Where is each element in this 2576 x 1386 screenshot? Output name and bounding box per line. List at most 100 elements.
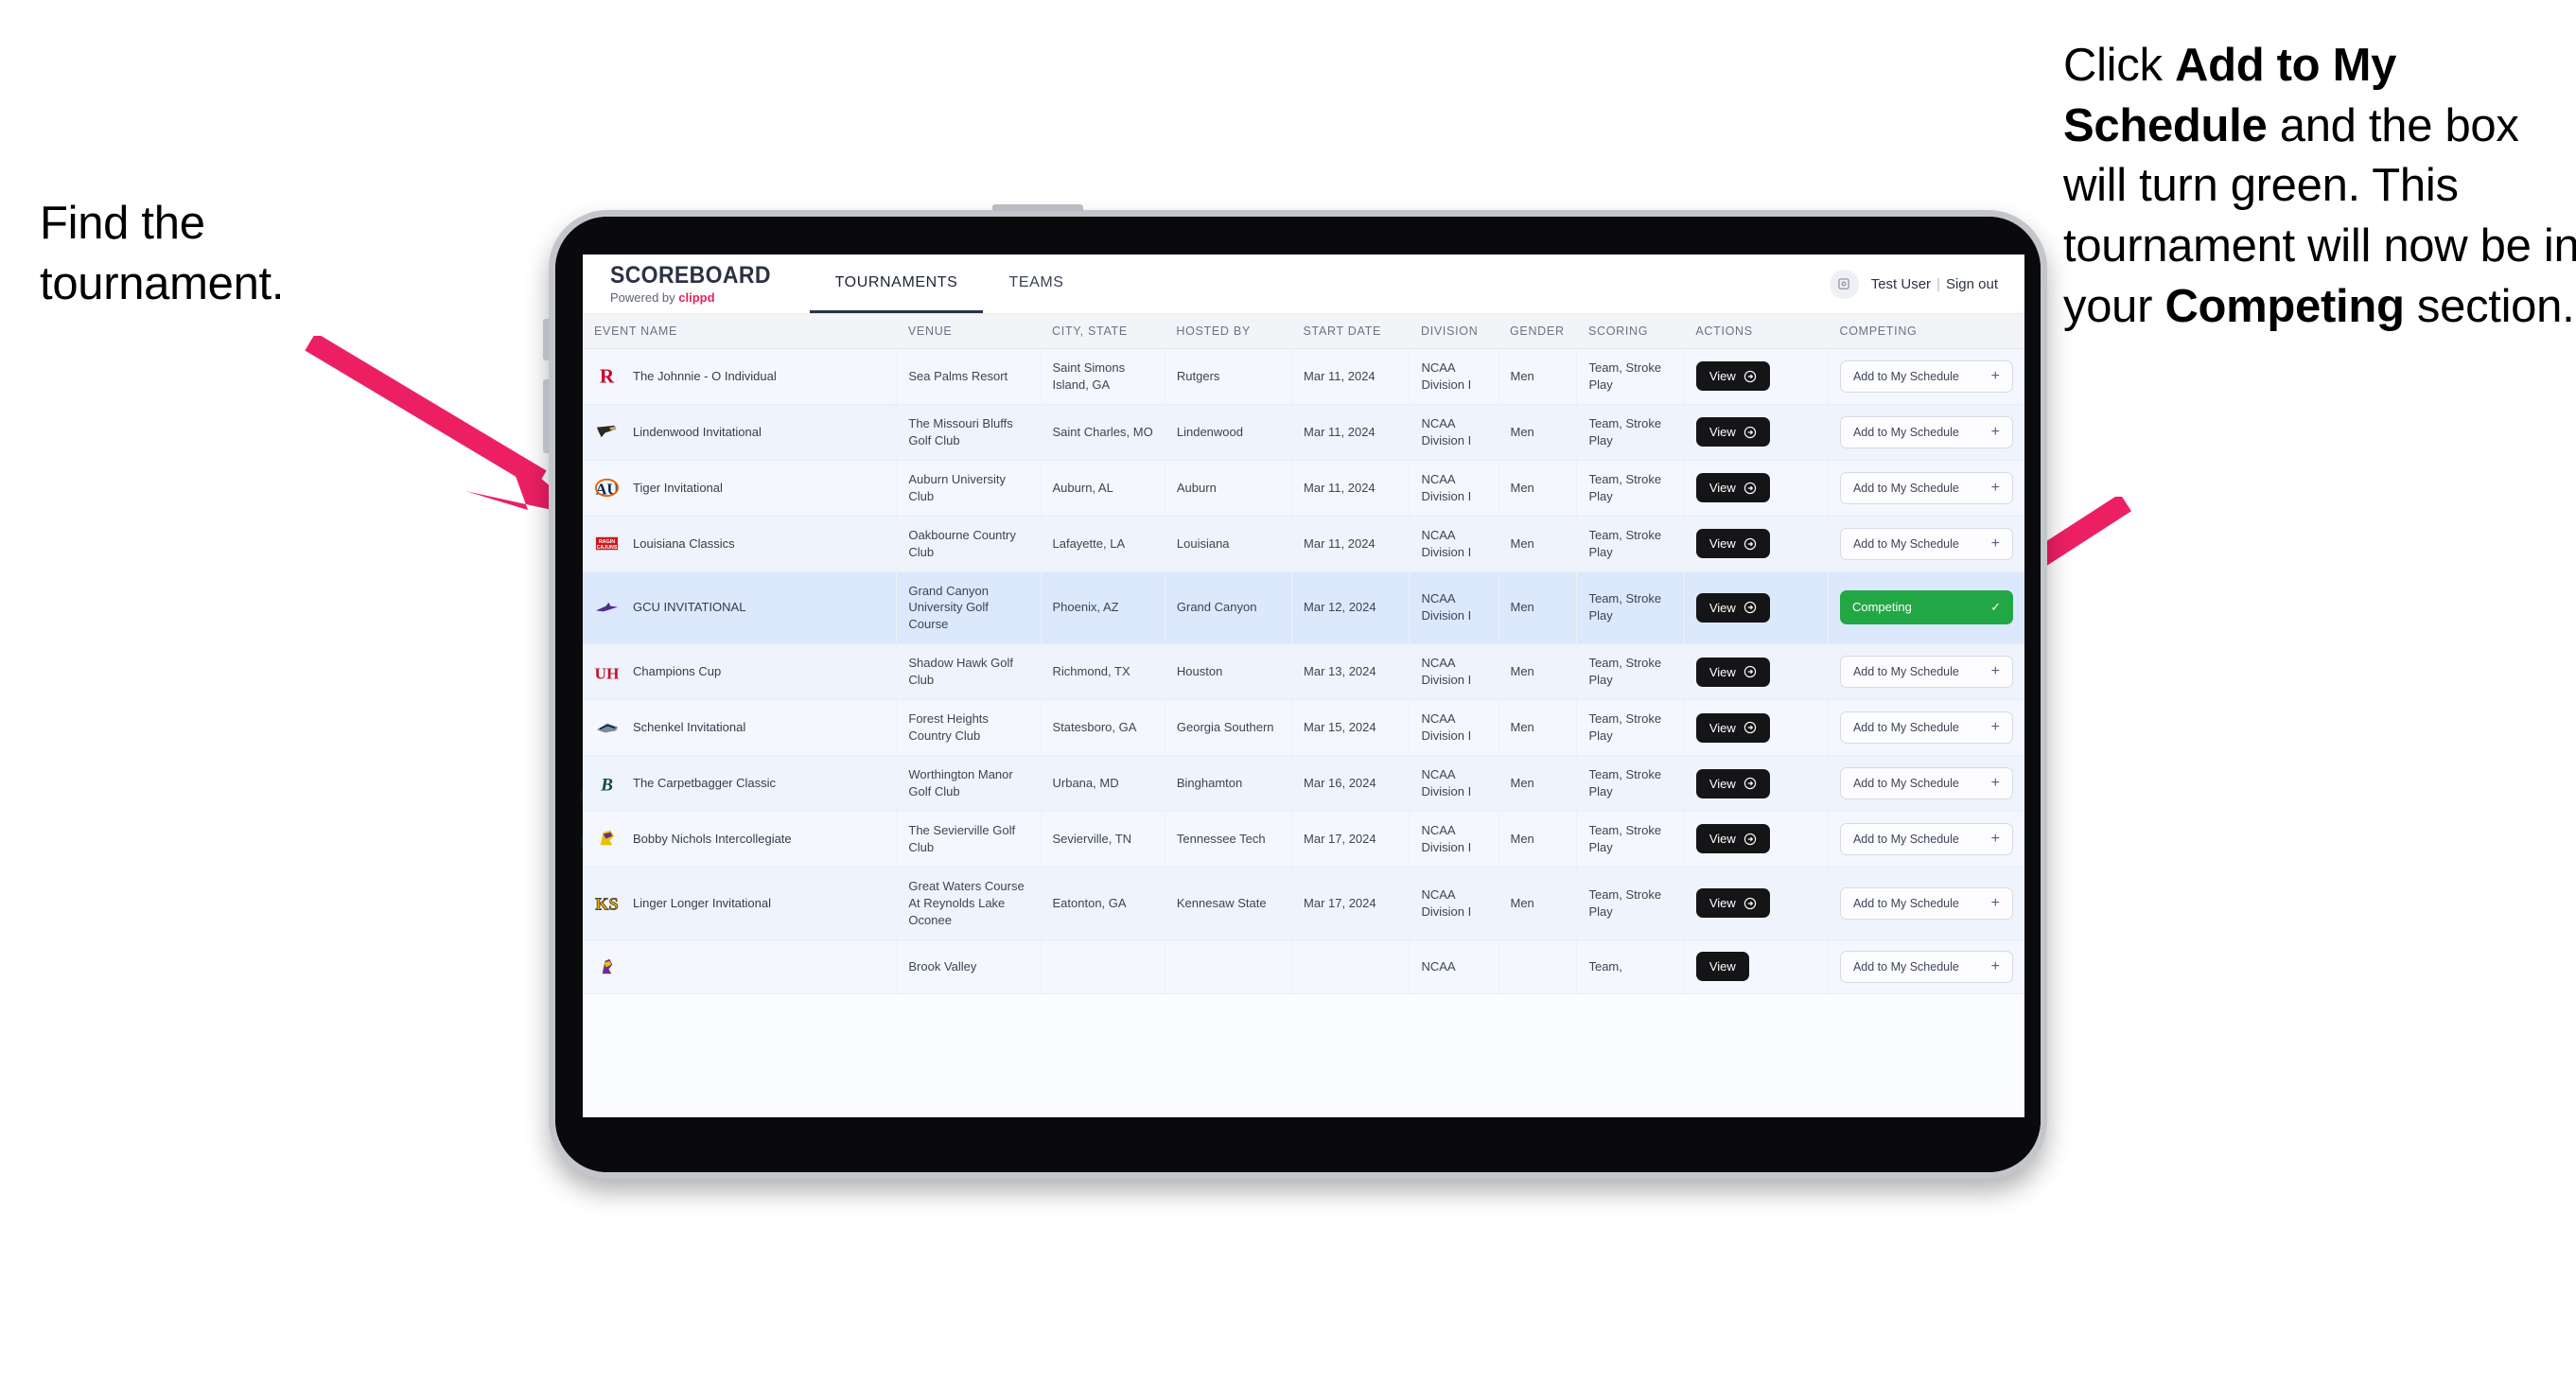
arrow-right-circle-icon [1744, 482, 1756, 494]
event-name-text: Bobby Nichols Intercollegiate [633, 831, 792, 846]
cell-actions: View [1684, 348, 1829, 405]
view-button[interactable]: View [1695, 417, 1770, 447]
table-header: EVENT NAME VENUE CITY, STATE HOSTED BY S… [583, 314, 2024, 349]
cell-division: NCAA Division I [1409, 460, 1499, 517]
add-to-my-schedule-label: Add to My Schedule [1852, 721, 1959, 735]
cell-gender: Men [1498, 460, 1578, 517]
volume-up-button[interactable] [543, 319, 550, 360]
add-to-my-schedule-button[interactable]: Add to My Schedule + [1839, 471, 2013, 504]
annotation-add-to-schedule: Click Add to My Schedule and the box wil… [2063, 36, 2576, 337]
cell-start-date: Mar 17, 2024 [1291, 811, 1411, 868]
add-to-my-schedule-button[interactable]: Add to My Schedule + [1839, 822, 2013, 855]
plus-icon: + [1990, 367, 2000, 384]
event-name-cell: Lindenwood Invitational [594, 419, 885, 445]
view-button[interactable]: View [1695, 768, 1770, 798]
add-to-my-schedule-button[interactable]: Add to My Schedule + [1839, 527, 2013, 560]
app-screen: SCOREBOARD Powered by clippd TOURNAMENTS… [583, 254, 2024, 1117]
cell-venue: Sea Palms Resort [896, 348, 1042, 405]
svg-text:CAJUNS: CAJUNS [597, 545, 618, 551]
table-row[interactable]: Lindenwood Invitational The Missouri Bluf… [583, 404, 2024, 461]
view-button-label: View [1709, 720, 1736, 735]
cell-actions: View [1684, 811, 1829, 868]
table-row[interactable]: R The Johnnie - O Individual Sea Palms Res… [583, 348, 2024, 405]
event-name-text: Tiger Invitational [633, 480, 723, 495]
add-to-my-schedule-button[interactable]: Add to My Schedule + [1839, 886, 2013, 920]
cell-venue: Shadow Hawk Golf Club [896, 643, 1042, 701]
cell-event-name: Bobby Nichols Intercollegiate [583, 811, 898, 868]
cell-venue: Auburn University Club [896, 460, 1042, 517]
event-name-cell: B The Carpetbagger Classic [594, 771, 885, 797]
view-button[interactable]: View [1695, 657, 1770, 687]
user-separator: | [1936, 275, 1940, 292]
table-row[interactable]: B The Carpetbagger Classic Worthington Man… [583, 755, 2024, 812]
add-to-my-schedule-button[interactable]: Add to My Schedule + [1839, 360, 2013, 393]
cell-scoring: Team, Stroke Play [1576, 643, 1685, 701]
table-row[interactable]: Schenkel Invitational Forest Heights Coun… [583, 699, 2024, 757]
cell-hosted-by: Houston [1165, 643, 1293, 701]
nav-tabs: TOURNAMENTS TEAMS [809, 254, 1090, 313]
cell-hosted-by [1165, 939, 1293, 994]
cell-scoring: Team, Stroke Play [1576, 811, 1685, 868]
annotation-left-line2: tournament. [40, 257, 285, 309]
add-to-my-schedule-button[interactable]: Add to My Schedule + [1839, 711, 2013, 745]
table-row[interactable]: GCU INVITATIONAL Grand Canyon University … [583, 571, 2024, 645]
column-header-scoring: SCORING [1576, 314, 1685, 349]
add-to-my-schedule-label: Add to My Schedule [1852, 369, 1959, 383]
add-to-my-schedule-button[interactable]: Add to My Schedule + [1839, 767, 2013, 799]
power-button[interactable] [992, 204, 1083, 211]
add-to-my-schedule-button[interactable]: Add to My Schedule + [1839, 656, 2013, 689]
cell-competing: Add to My Schedule + [1828, 404, 2024, 461]
add-to-my-schedule-button[interactable]: Add to My Schedule + [1839, 415, 2013, 448]
view-button-label: View [1709, 536, 1736, 552]
cell-scoring: Team, Stroke Play [1576, 460, 1685, 517]
cell-gender: Men [1498, 643, 1578, 701]
event-name-cell: R The Johnnie - O Individual [594, 363, 885, 389]
cell-city-state: Auburn, AL [1041, 460, 1165, 517]
view-button[interactable]: View [1695, 824, 1770, 854]
view-button[interactable]: View [1695, 592, 1770, 623]
cell-venue: Great Waters Course At Reynolds Lake Oco… [896, 867, 1042, 940]
table-row[interactable]: UH Champions Cup Shadow Hawk Golf Club Rich… [583, 643, 2024, 701]
cell-hosted-by: Rutgers [1165, 348, 1293, 405]
user-avatar-icon[interactable] [1829, 269, 1859, 299]
table-row[interactable]: Bobby Nichols Intercollegiate The Sevierv… [583, 811, 2024, 868]
view-button[interactable]: View [1695, 712, 1770, 743]
view-button[interactable]: View [1695, 361, 1770, 392]
plus-icon: + [1990, 830, 2000, 847]
annotation-left-line1: Find the [40, 198, 205, 249]
view-button-label: View [1709, 369, 1736, 384]
tab-tournaments[interactable]: TOURNAMENTS [809, 254, 984, 313]
cell-venue: Forest Heights Country Club [896, 699, 1042, 757]
view-button-label: View [1709, 600, 1736, 615]
cell-scoring: Team, Stroke Play [1576, 699, 1685, 757]
add-to-my-schedule-label: Add to My Schedule [1852, 777, 1959, 790]
user-name: Test User [1870, 275, 1932, 292]
competing-badge[interactable]: Competing ✓ [1839, 590, 2013, 625]
table-row[interactable]: RAGIN CAJUNS Louisiana Classics Oakbourne C… [583, 516, 2024, 572]
volume-down-button[interactable] [543, 379, 550, 453]
cell-event-name: R The Johnnie - O Individual [583, 348, 898, 405]
add-to-my-schedule-button[interactable]: Add to My Schedule + [1839, 950, 2013, 983]
view-button[interactable]: View [1695, 473, 1770, 503]
cell-start-date: Mar 12, 2024 [1291, 571, 1411, 645]
view-button[interactable]: View [1695, 952, 1749, 982]
cell-city-state: Lafayette, LA [1041, 516, 1165, 572]
column-header-venue: VENUE [896, 314, 1041, 349]
cell-actions: View [1684, 867, 1829, 940]
cell-division: NCAA Division I [1409, 348, 1499, 405]
view-button[interactable]: View [1695, 888, 1770, 919]
annotation-right-bold2: Competing [2164, 280, 2405, 332]
sign-out-link[interactable]: Sign out [1946, 276, 1998, 292]
column-header-hosted-by: HOSTED BY [1165, 314, 1292, 349]
cell-competing: Add to My Schedule + [1828, 516, 2024, 572]
table-row[interactable]: Brook Valley NCAA Team, View Add to My Sched… [583, 939, 2024, 994]
view-button[interactable]: View [1695, 529, 1770, 559]
table-row[interactable]: AU Tiger Invitational Auburn University Cl… [583, 460, 2024, 517]
table-row[interactable]: KS Linger Longer Invitational Great Waters… [583, 867, 2024, 940]
tab-teams[interactable]: TEAMS [983, 254, 1089, 313]
cell-city-state: Richmond, TX [1041, 643, 1165, 701]
cell-city-state [1041, 939, 1165, 994]
cell-city-state: Eatonton, GA [1041, 867, 1165, 940]
column-header-competing: COMPETING [1828, 314, 2024, 349]
column-header-gender: GENDER [1498, 314, 1577, 349]
